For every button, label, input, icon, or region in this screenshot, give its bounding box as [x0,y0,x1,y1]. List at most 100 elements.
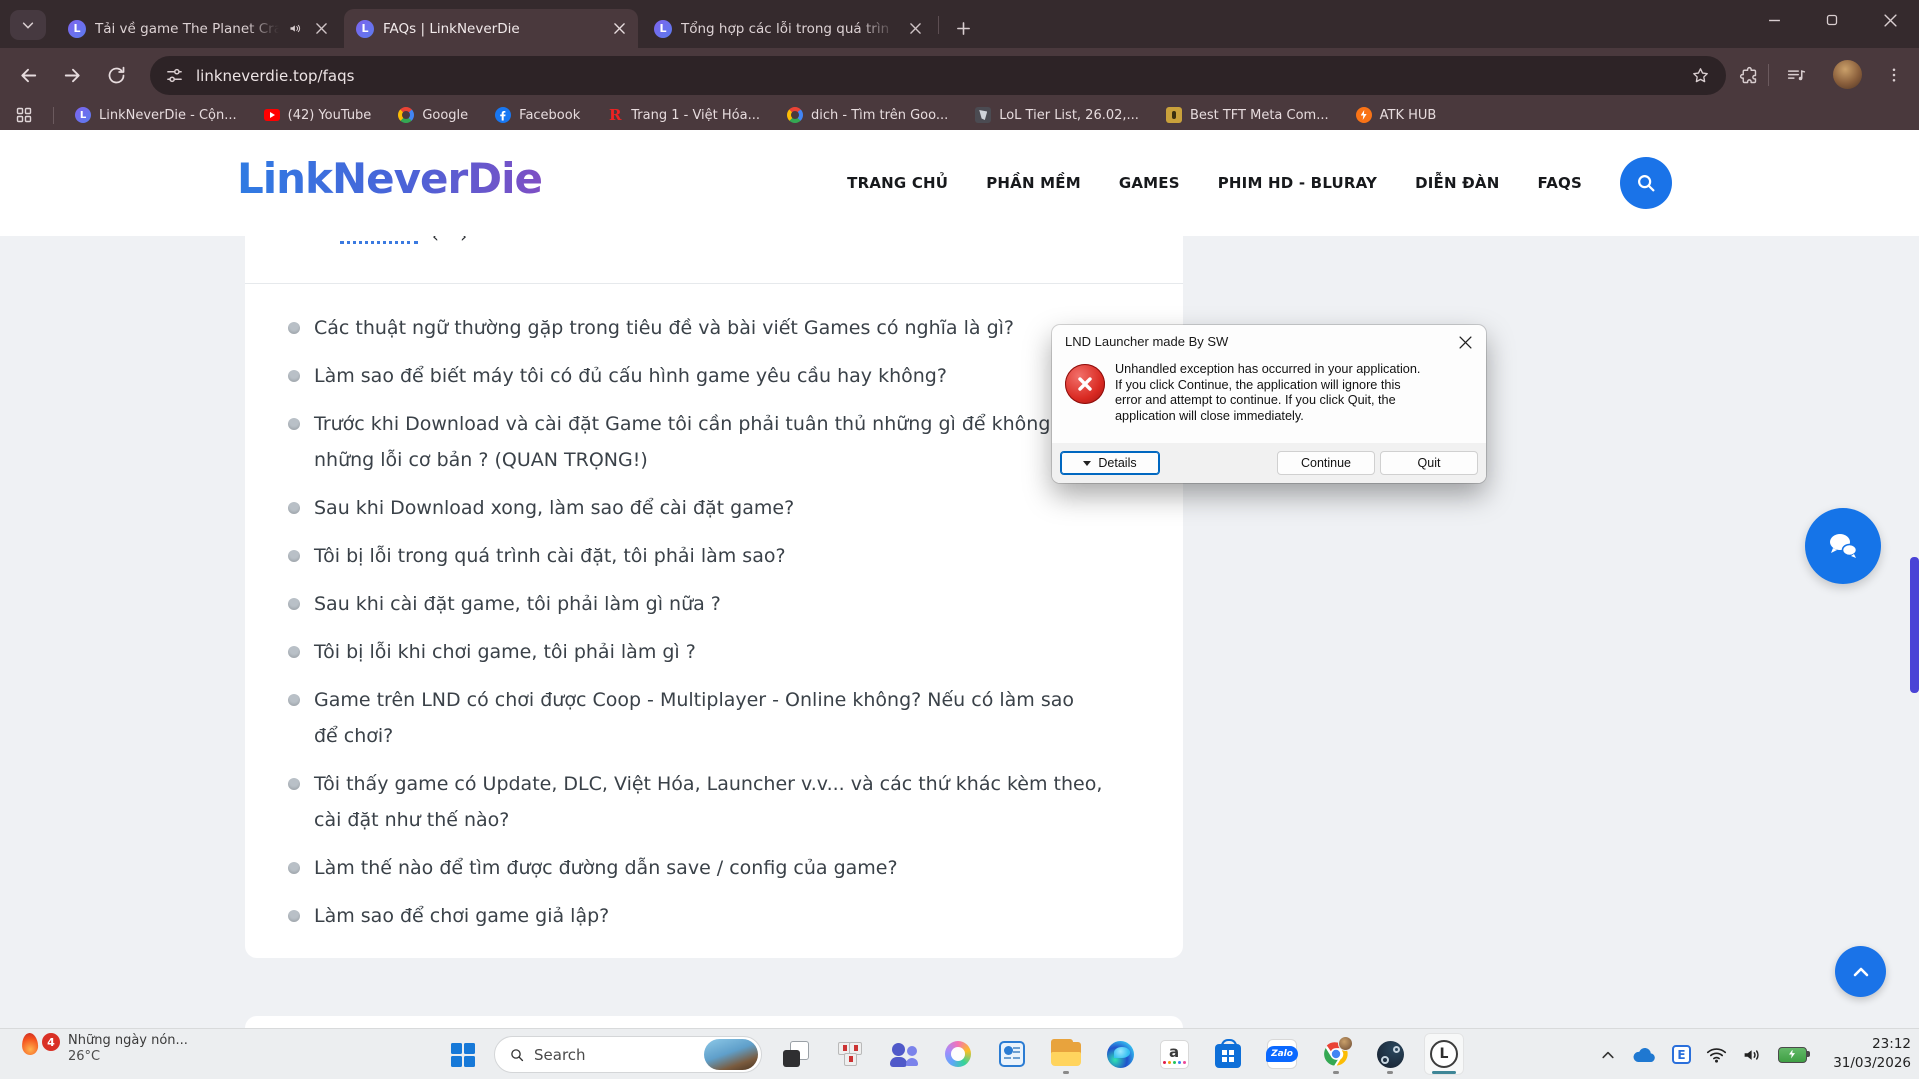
faq-item[interactable]: Tôi bị lỗi khi chơi game, tôi phải làm g… [288,634,1148,670]
zalo-icon: Zalo [1267,1039,1297,1069]
profile-avatar[interactable] [1833,60,1862,89]
volume-icon[interactable] [1742,1046,1763,1064]
nav-dien-dan[interactable]: DIỄN ĐÀN [1415,174,1499,192]
file-explorer-button[interactable] [1046,1033,1086,1075]
back-button[interactable] [14,61,42,89]
new-tab-button[interactable] [948,13,978,43]
dialog-message: Unhandled exception has occurred in your… [1115,362,1479,425]
weather-widget[interactable]: 4 Những ngày nón... 26°C [22,1033,188,1064]
running-indicator [1387,1071,1393,1074]
steam-button[interactable] [1370,1033,1410,1075]
zalo-button[interactable]: Zalo [1262,1033,1302,1075]
chat-button[interactable] [1805,508,1881,584]
faq-question[interactable]: Làm sao để biết máy tôi có đủ cấu hình g… [314,358,947,394]
address-bar[interactable]: linkneverdie.top/faqs [150,56,1726,95]
teams-button[interactable] [884,1033,924,1075]
bookmark-linkneverdie[interactable]: L LinkNeverDie - Cộn... [75,107,237,123]
faq-question[interactable]: Làm sao để chơi game giả lập? [314,898,609,934]
start-button[interactable] [443,1038,483,1072]
forward-button[interactable] [58,61,86,89]
quit-button[interactable]: Quit [1380,451,1478,475]
window-maximize-button[interactable] [1803,0,1861,40]
faq-item[interactable]: Tôi bị lỗi trong quá trình cài đặt, tôi … [288,538,1148,574]
tab-search-button[interactable] [10,10,46,40]
continue-button[interactable]: Continue [1277,451,1375,475]
media-controls-icon[interactable] [1782,61,1810,89]
bookmark-trang1[interactable]: R Trang 1 - Việt Hóa... [607,107,760,123]
wifi-icon[interactable] [1706,1046,1727,1064]
scrollbar-thumb[interactable] [1910,557,1919,693]
faq-item[interactable]: Game trên LND có chơi được Coop - Multip… [288,682,1148,754]
site-search-button[interactable] [1620,157,1672,209]
ms-store-button[interactable] [1208,1033,1248,1075]
everything-tray-icon[interactable]: E [1672,1045,1691,1064]
bookmark-youtube[interactable]: (42) YouTube [264,107,372,123]
extensions-icon[interactable] [1734,61,1762,89]
carousel-arrows[interactable]: ‹ › [432,236,475,244]
faq-item[interactable]: Tôi thấy game có Update, DLC, Việt Hóa, … [288,766,1148,838]
dialog-close-icon[interactable] [1456,333,1474,351]
faq-question[interactable]: Làm thế nào để tìm được đường dẫn save /… [314,850,898,886]
bookmark-lol-tierlist[interactable]: LoL Tier List, 26.02,... [975,107,1139,123]
tab-close-icon[interactable] [906,20,924,38]
tab-close-icon[interactable] [312,20,330,38]
nav-phan-mem[interactable]: PHẦN MỀM [986,174,1081,192]
faq-item[interactable]: Làm thế nào để tìm được đường dẫn save /… [288,850,1148,886]
faq-item[interactable]: Các thuật ngữ thường gặp trong tiêu đề v… [288,310,1148,346]
task-manager-button[interactable] [992,1033,1032,1075]
keyboard-app-button[interactable] [830,1033,870,1075]
chrome-button[interactable] [1316,1033,1356,1075]
faq-item[interactable]: Sau khi Download xong, làm sao để cài đặ… [288,490,1148,526]
bookmark-facebook[interactable]: Facebook [495,107,580,123]
amazon-button[interactable]: a [1154,1033,1194,1075]
bookmark-dich[interactable]: dich - Tìm trên Goo... [787,107,948,123]
faq-item[interactable]: Sau khi cài đặt game, tôi phải làm gì nữ… [288,586,1148,622]
copilot-button[interactable] [938,1033,978,1075]
tray-overflow-chevron-icon[interactable] [1600,1047,1616,1063]
bookmark-google[interactable]: Google [398,107,468,123]
faq-question[interactable]: Game trên LND có chơi được Coop - Multip… [314,682,1074,754]
tab-close-icon[interactable] [610,20,628,38]
taskbar-search[interactable]: Search [494,1036,762,1073]
scroll-to-top-button[interactable] [1835,946,1886,997]
bookmark-atk-hub[interactable]: ATK HUB [1356,107,1437,123]
onedrive-cloud-icon[interactable] [1631,1045,1657,1065]
site-info-icon[interactable] [166,67,183,84]
url-text[interactable]: linkneverdie.top/faqs [196,67,1678,85]
bookmark-star-icon[interactable] [1691,66,1710,85]
faq-item[interactable]: Làm sao để chơi game giả lập? [288,898,1148,934]
tab-planet-crafter[interactable]: L Tải về game The Planet Craf [56,9,340,48]
nav-faqs[interactable]: FAQS [1538,174,1583,192]
faq-question[interactable]: Trước khi Download và cài đặt Game tôi c… [314,406,1092,478]
nav-games[interactable]: GAMES [1119,174,1180,192]
nav-trang-chu[interactable]: TRANG CHỦ [847,174,948,192]
reload-button[interactable] [102,61,130,89]
edge-button[interactable] [1100,1033,1140,1075]
keycaps-icon [836,1041,864,1067]
browser-menu-icon[interactable] [1880,61,1908,89]
tab-audio-icon[interactable] [288,21,303,36]
tab-tong-hop-loi[interactable]: L Tổng hợp các lỗi trong quá trìn [642,9,934,48]
lnd-launcher-button[interactable]: L [1424,1033,1464,1075]
faq-question[interactable]: Sau khi cài đặt game, tôi phải làm gì nữ… [314,586,721,622]
tab-faqs-active[interactable]: L FAQs | LinkNeverDie [344,9,638,48]
faq-question[interactable]: Tôi bị lỗi khi chơi game, tôi phải làm g… [314,634,696,670]
task-view-button[interactable] [776,1033,816,1075]
faq-item[interactable]: Trước khi Download và cài đặt Game tôi c… [288,406,1148,478]
nav-phim-hd[interactable]: PHIM HD - BLURAY [1218,174,1377,192]
taskbar-clock[interactable]: 23:12 31/03/2026 [1833,1035,1911,1073]
faq-question[interactable]: Các thuật ngữ thường gặp trong tiêu đề v… [314,310,1014,346]
search-highlight-image[interactable] [704,1039,758,1070]
window-close-button[interactable] [1861,0,1919,40]
faq-question[interactable]: Tôi thấy game có Update, DLC, Việt Hóa, … [314,766,1102,838]
bookmark-tft-meta[interactable]: Best TFT Meta Com... [1166,107,1329,123]
faq-question[interactable]: Tôi bị lỗi trong quá trình cài đặt, tôi … [314,538,786,574]
details-button[interactable]: Details [1060,451,1160,475]
faq-question[interactable]: Sau khi Download xong, làm sao để cài đặ… [314,490,794,526]
site-logo[interactable]: LinkNeverDie [237,154,542,203]
faq-item[interactable]: Làm sao để biết máy tôi có đủ cấu hình g… [288,358,1148,394]
window-minimize-button[interactable] [1745,0,1803,40]
system-tray: E [1600,1029,1807,1079]
apps-grid-icon[interactable] [16,107,32,123]
battery-icon[interactable] [1778,1047,1807,1063]
